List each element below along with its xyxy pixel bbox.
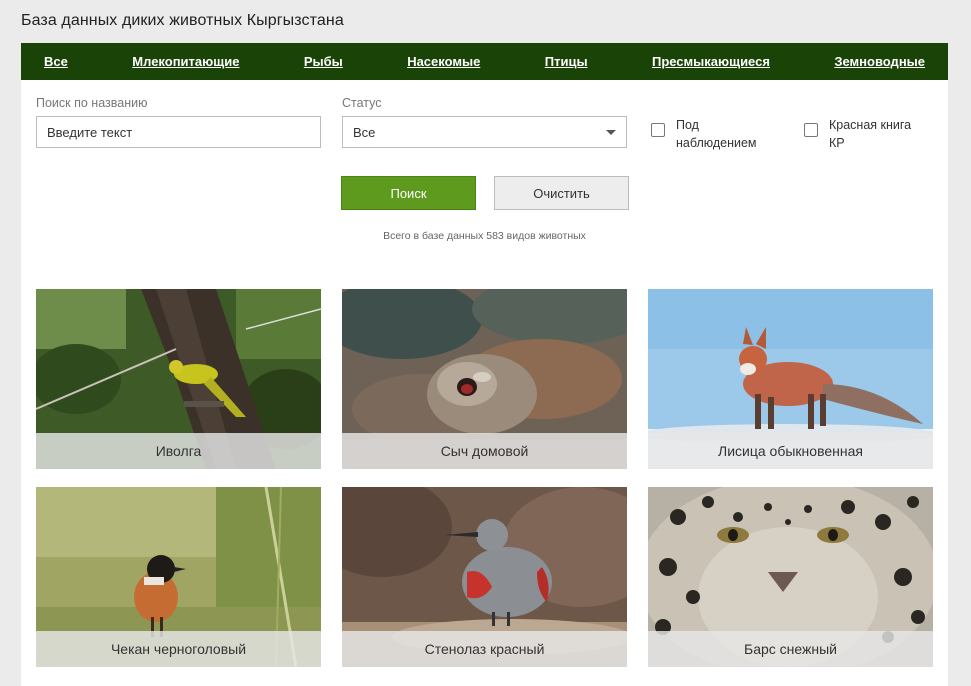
- animal-card-red-fox[interactable]: Лисица обыкновенная: [648, 289, 933, 469]
- observed-filter[interactable]: Под наблюдением: [651, 116, 757, 152]
- nav-item-amphibians[interactable]: Земноводные: [834, 54, 925, 69]
- animal-card-wallcreeper[interactable]: Стенолаз красный: [342, 487, 627, 667]
- clear-button[interactable]: Очистить: [494, 176, 629, 210]
- card-caption: Барс снежный: [648, 631, 933, 667]
- search-button[interactable]: Поиск: [341, 176, 476, 210]
- redbook-checkbox-label: Красная книга КР: [829, 118, 912, 150]
- main-panel: Все Млекопитающие Рыбы Насекомые Птицы П…: [21, 43, 948, 686]
- redbook-filter[interactable]: Красная книга КР: [804, 116, 911, 152]
- redbook-checkbox[interactable]: [804, 123, 818, 137]
- card-caption: Стенолаз красный: [342, 631, 627, 667]
- animal-card-oriole[interactable]: Иволга: [36, 289, 321, 469]
- chevron-down-icon: [606, 129, 616, 135]
- animal-card-stonechat[interactable]: Чекан черноголовый: [36, 487, 321, 667]
- nav-item-mammals[interactable]: Млекопитающие: [132, 54, 239, 69]
- nav-item-fish[interactable]: Рыбы: [304, 54, 343, 69]
- status-select[interactable]: Все: [342, 116, 627, 148]
- animal-card-snow-leopard[interactable]: Барс снежный: [648, 487, 933, 667]
- status-label: Статус: [342, 96, 382, 110]
- nav-item-reptiles[interactable]: Пресмыкающиеся: [652, 54, 770, 69]
- nav-item-birds[interactable]: Птицы: [545, 54, 588, 69]
- card-caption: Иволга: [36, 433, 321, 469]
- observed-checkbox-label: Под наблюдением: [676, 118, 757, 150]
- nav-item-insects[interactable]: Насекомые: [407, 54, 480, 69]
- status-select-value: Все: [353, 124, 376, 140]
- page-title: База данных диких животных Кыргызстана: [21, 12, 344, 29]
- category-nav: Все Млекопитающие Рыбы Насекомые Птицы П…: [21, 43, 948, 80]
- card-caption: Сыч домовой: [342, 433, 627, 469]
- observed-checkbox[interactable]: [651, 123, 665, 137]
- search-label: Поиск по названию: [36, 96, 148, 110]
- card-caption: Чекан черноголовый: [36, 631, 321, 667]
- animal-card-little-owl[interactable]: Сыч домовой: [342, 289, 627, 469]
- card-caption: Лисица обыкновенная: [648, 433, 933, 469]
- search-input[interactable]: [36, 116, 321, 148]
- nav-item-all[interactable]: Все: [44, 54, 68, 69]
- total-count-text: Всего в базе данных 583 видов животных: [383, 230, 586, 242]
